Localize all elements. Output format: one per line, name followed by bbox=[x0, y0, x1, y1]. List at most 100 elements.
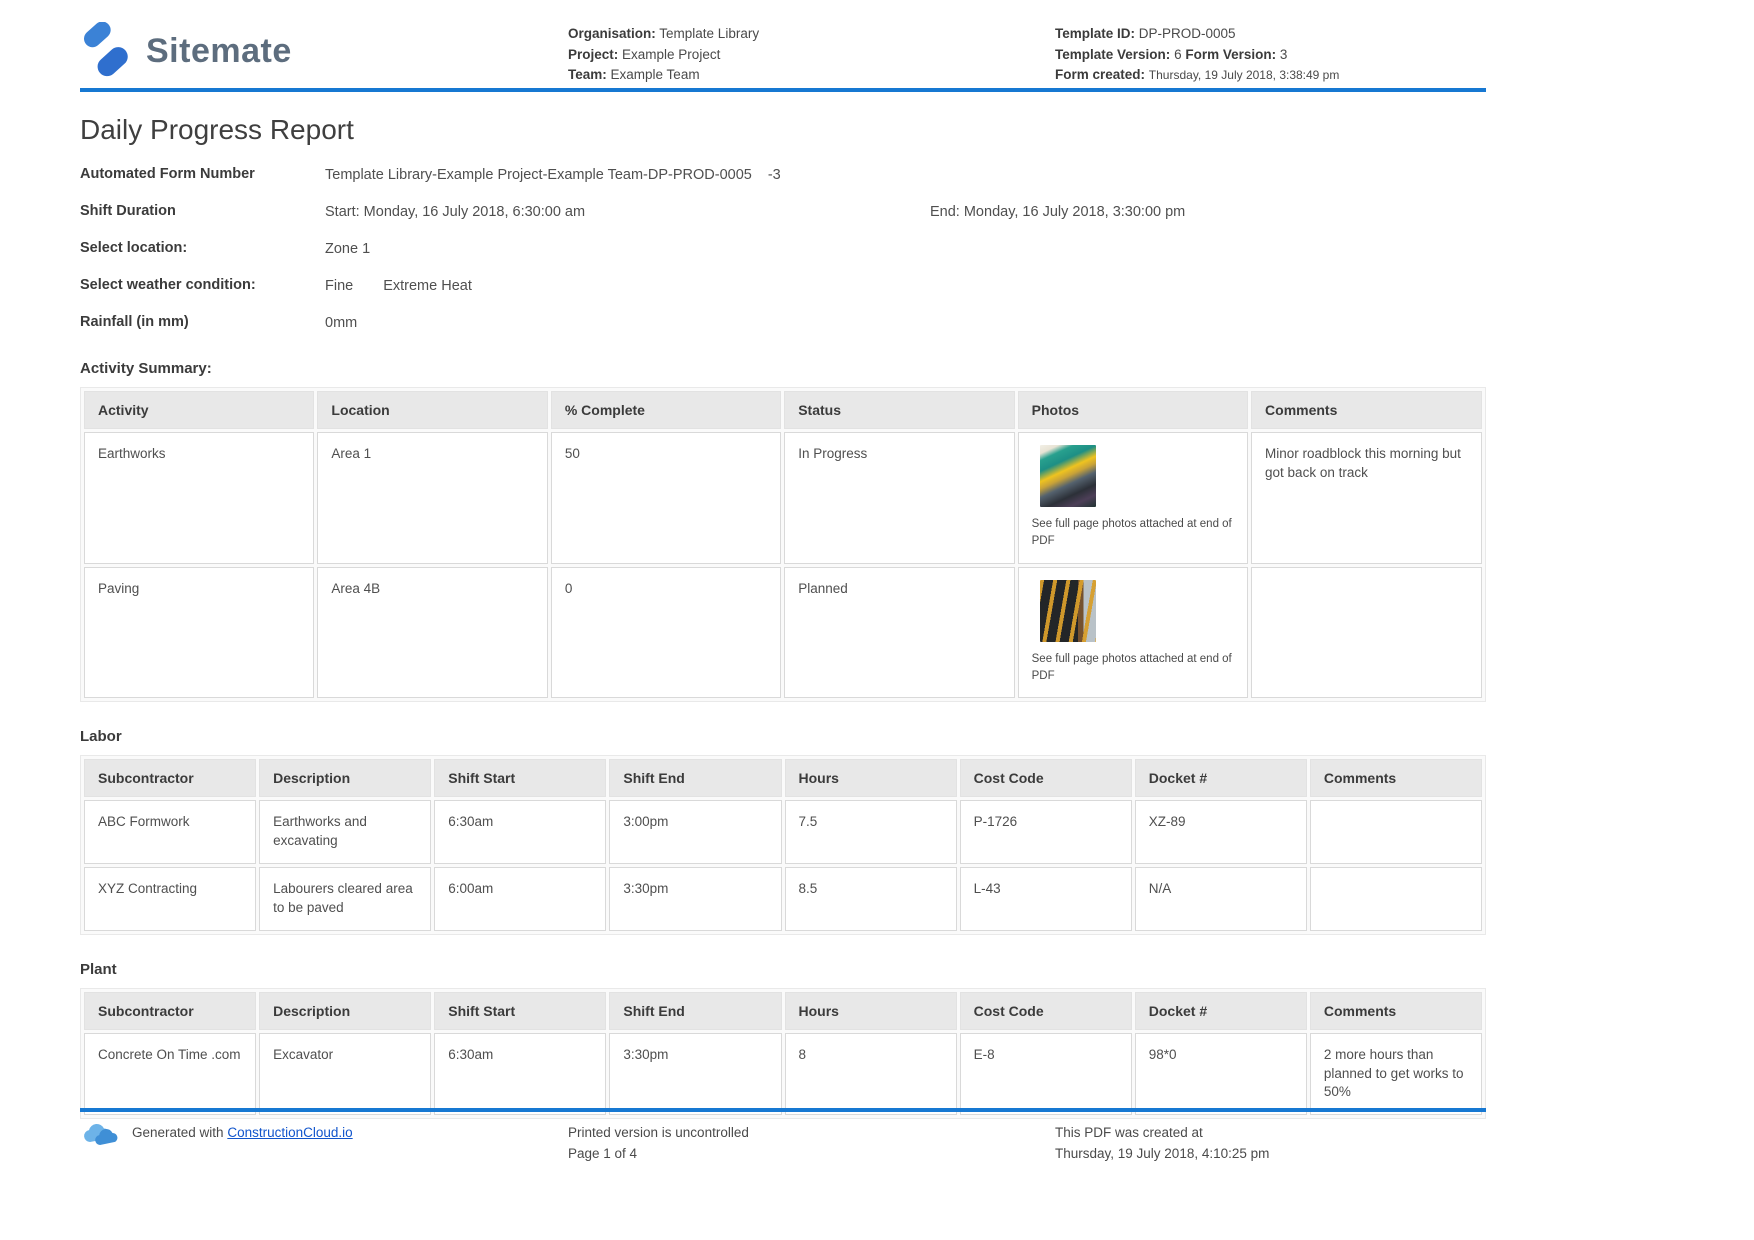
logo: Sitemate bbox=[80, 18, 568, 80]
cell-shift-start: 6:30am bbox=[434, 1032, 607, 1116]
cell-description: Excavator bbox=[259, 1032, 432, 1116]
cell-complete: 0 bbox=[550, 566, 782, 699]
field-label: Select location: bbox=[80, 240, 188, 257]
cell-shift-start: 6:30am bbox=[434, 800, 607, 864]
automated-form-number-value: Template Library-Example Project-Example… bbox=[325, 167, 752, 183]
photo-note: See full page photos attached at end of … bbox=[1031, 518, 1232, 548]
column-header-status: Status bbox=[784, 391, 1015, 430]
cell-activity: Paving bbox=[84, 566, 315, 699]
activity-summary-table: Activity Location % Complete Status Phot… bbox=[80, 387, 1486, 703]
column-header-shift-start: Shift Start bbox=[434, 759, 607, 798]
cell-comments: Minor roadblock this morning but got bac… bbox=[1251, 432, 1482, 564]
cell-comments bbox=[1309, 866, 1482, 931]
cell-description: Labourers cleared area to be paved bbox=[259, 866, 432, 931]
field-value: Fine Extreme Heat bbox=[325, 275, 1486, 297]
field-label: Automated Form Number bbox=[80, 166, 255, 182]
field-label: Rainfall (in mm) bbox=[80, 314, 189, 331]
template-id-value: DP-PROD-0005 bbox=[1138, 26, 1236, 41]
column-header-shift-start: Shift Start bbox=[434, 991, 607, 1030]
cell-shift-end: 3:30pm bbox=[609, 1032, 782, 1116]
cell-status: In Progress bbox=[784, 432, 1015, 564]
cell-status: Planned bbox=[784, 566, 1015, 699]
column-header-complete: % Complete bbox=[550, 391, 782, 430]
form-created-label: Form created: bbox=[1055, 67, 1146, 82]
table-header-row: Activity Location % Complete Status Phot… bbox=[84, 391, 1482, 430]
template-id-label: Template ID: bbox=[1055, 26, 1136, 41]
cell-subcontractor: ABC Formwork bbox=[84, 800, 257, 864]
cell-comments: 2 more hours than planned to get works t… bbox=[1309, 1032, 1482, 1116]
column-header-comments: Comments bbox=[1309, 991, 1482, 1030]
column-header-hours: Hours bbox=[784, 991, 957, 1030]
table-row: XYZ Contracting Labourers cleared area t… bbox=[84, 866, 1482, 931]
column-header-description: Description bbox=[259, 759, 432, 798]
field-automated-form-number: Automated Form Number Template Library-E… bbox=[80, 164, 1486, 186]
logo-text: Sitemate bbox=[146, 31, 292, 70]
form-created-value: Thursday, 19 July 2018, 3:38:49 pm bbox=[1148, 68, 1340, 82]
footer: Generated with ConstructionCloud.io Prin… bbox=[0, 1108, 1754, 1164]
field-label: Shift Duration bbox=[80, 203, 176, 220]
header-divider bbox=[80, 88, 1486, 92]
table-row: Paving Area 4B 0 Planned See full page p… bbox=[84, 566, 1482, 699]
cell-description: Earthworks and excavating bbox=[259, 800, 432, 864]
activity-photo-thumbnail bbox=[1039, 445, 1096, 508]
pdf-created-line2: Thursday, 19 July 2018, 4:10:25 pm bbox=[1055, 1146, 1270, 1161]
printed-note: Printed version is uncontrolled bbox=[568, 1125, 749, 1140]
shift-start-value: Start: Monday, 16 July 2018, 6:30:00 am bbox=[325, 204, 586, 221]
column-header-subcontractor: Subcontractor bbox=[84, 991, 257, 1030]
generated-with-text: Generated with bbox=[132, 1125, 224, 1140]
cell-comments bbox=[1309, 800, 1482, 864]
constructioncloud-link[interactable]: ConstructionCloud.io bbox=[227, 1125, 352, 1140]
cell-shift-end: 3:30pm bbox=[609, 866, 782, 931]
field-value: Start: Monday, 16 July 2018, 6:30:00 am … bbox=[325, 201, 1486, 223]
template-version-value: 6 bbox=[1174, 46, 1182, 62]
labor-table: Subcontractor Description Shift Start Sh… bbox=[80, 755, 1486, 935]
column-header-description: Description bbox=[259, 991, 432, 1030]
footer-print-note: Printed version is uncontrolled Page 1 o… bbox=[568, 1122, 1055, 1164]
cell-complete: 50 bbox=[550, 432, 782, 564]
cell-shift-end: 3:00pm bbox=[609, 800, 782, 864]
table-header-row: Subcontractor Description Shift Start Sh… bbox=[84, 991, 1482, 1030]
cell-cost-code: P-1726 bbox=[959, 800, 1132, 864]
column-header-docket: Docket # bbox=[1134, 759, 1307, 798]
field-label: Select weather condition: bbox=[80, 277, 256, 294]
cell-docket: XZ-89 bbox=[1134, 800, 1307, 864]
page-number: Page 1 of 4 bbox=[568, 1146, 638, 1161]
cell-location: Area 4B bbox=[317, 566, 548, 699]
field-value: Template Library-Example Project-Example… bbox=[325, 164, 1486, 186]
shift-end-value: End: Monday, 16 July 2018, 3:30:00 pm bbox=[930, 204, 1186, 221]
column-header-cost-code: Cost Code bbox=[959, 991, 1132, 1030]
team-value: Example Team bbox=[610, 67, 700, 82]
form-version-label: Form Version: bbox=[1185, 46, 1277, 62]
footer-created: This PDF was created at Thursday, 19 Jul… bbox=[1055, 1122, 1486, 1164]
cell-photos: See full page photos attached at end of … bbox=[1017, 432, 1249, 564]
header: Sitemate Organisation: Template Library … bbox=[80, 0, 1486, 88]
column-header-subcontractor: Subcontractor bbox=[84, 759, 257, 798]
cell-hours: 8.5 bbox=[784, 866, 957, 931]
column-header-hours: Hours bbox=[784, 759, 957, 798]
activity-summary-heading: Activity Summary: bbox=[80, 360, 212, 378]
weather-value-1: Fine bbox=[325, 278, 354, 295]
cell-location: Area 1 bbox=[317, 432, 548, 564]
table-row: Earthworks Area 1 50 In Progress See ful… bbox=[84, 432, 1482, 564]
field-shift-duration: Shift Duration Start: Monday, 16 July 20… bbox=[80, 201, 1486, 223]
form-version-value: 3 bbox=[1279, 46, 1288, 62]
cell-docket: N/A bbox=[1134, 866, 1307, 931]
page-title: Daily Progress Report bbox=[80, 114, 354, 145]
header-template-block: Template ID: DP-PROD-0005 Template Versi… bbox=[1055, 18, 1486, 86]
table-row: Concrete On Time .com Excavator 6:30am 3… bbox=[84, 1032, 1482, 1116]
plant-table: Subcontractor Description Shift Start Sh… bbox=[80, 987, 1486, 1120]
photo-note: See full page photos attached at end of … bbox=[1031, 652, 1232, 682]
column-header-cost-code: Cost Code bbox=[959, 759, 1132, 798]
plant-heading: Plant bbox=[80, 960, 117, 978]
project-label: Project: bbox=[568, 46, 619, 62]
rainfall-value: 0mm bbox=[325, 315, 358, 332]
cell-cost-code: L-43 bbox=[959, 866, 1132, 931]
column-header-photos: Photos bbox=[1017, 391, 1249, 430]
cell-subcontractor: XYZ Contracting bbox=[84, 866, 257, 931]
cell-hours: 8 bbox=[784, 1032, 957, 1116]
labor-heading: Labor bbox=[80, 728, 122, 746]
footer-generated: Generated with ConstructionCloud.io bbox=[80, 1122, 568, 1164]
column-header-comments: Comments bbox=[1309, 759, 1482, 798]
activity-photo-thumbnail bbox=[1039, 579, 1096, 642]
cell-shift-start: 6:00am bbox=[434, 866, 607, 931]
